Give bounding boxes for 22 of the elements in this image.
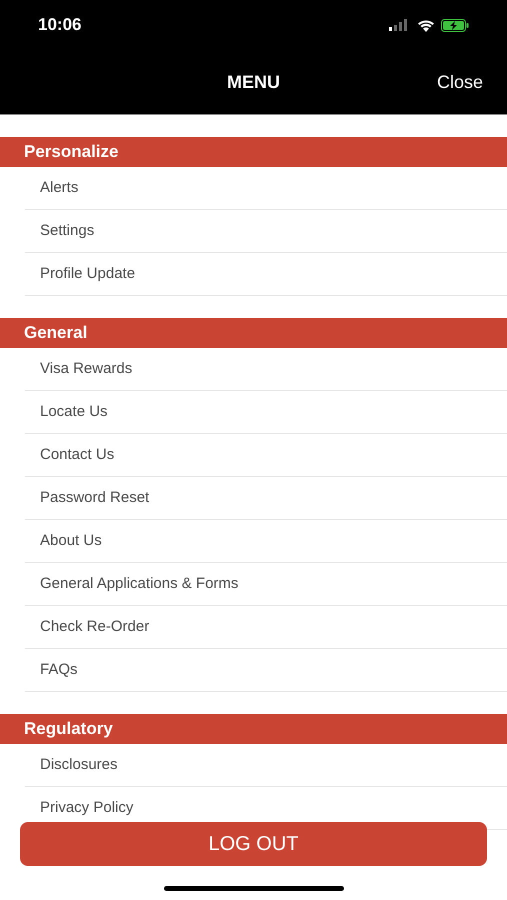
menu-item[interactable]: FAQs <box>25 658 78 682</box>
menu-item[interactable]: Locate Us <box>25 400 108 424</box>
menu-item[interactable]: Privacy Policy <box>25 796 134 820</box>
menu-item[interactable]: General Applications & Forms <box>25 572 238 596</box>
menu-item[interactable]: Settings <box>25 220 94 242</box>
menu-item[interactable]: Alerts <box>25 176 78 200</box>
menu-title: MENU <box>227 70 280 94</box>
section-header: Regulatory <box>0 714 507 744</box>
logout-button[interactable]: LOG OUT <box>20 822 487 866</box>
battery-charging-icon <box>441 18 469 32</box>
menu-item[interactable]: Disclosures <box>25 754 118 776</box>
wifi-icon <box>417 18 435 32</box>
section-header: Personalize <box>0 137 507 167</box>
menu-item[interactable]: Check Re-Order <box>25 616 150 638</box>
menu-item[interactable]: Contact Us <box>25 444 114 466</box>
menu-item[interactable]: About Us <box>25 530 102 552</box>
section-header: General <box>0 318 507 348</box>
close-button[interactable]: Close <box>436 68 483 96</box>
status-time: 10:06 <box>38 14 82 36</box>
menu-item[interactable]: Visa Rewards <box>25 358 132 380</box>
menu-item[interactable]: Password Reset <box>25 486 150 510</box>
menu-item[interactable]: Profile Update <box>25 262 136 286</box>
